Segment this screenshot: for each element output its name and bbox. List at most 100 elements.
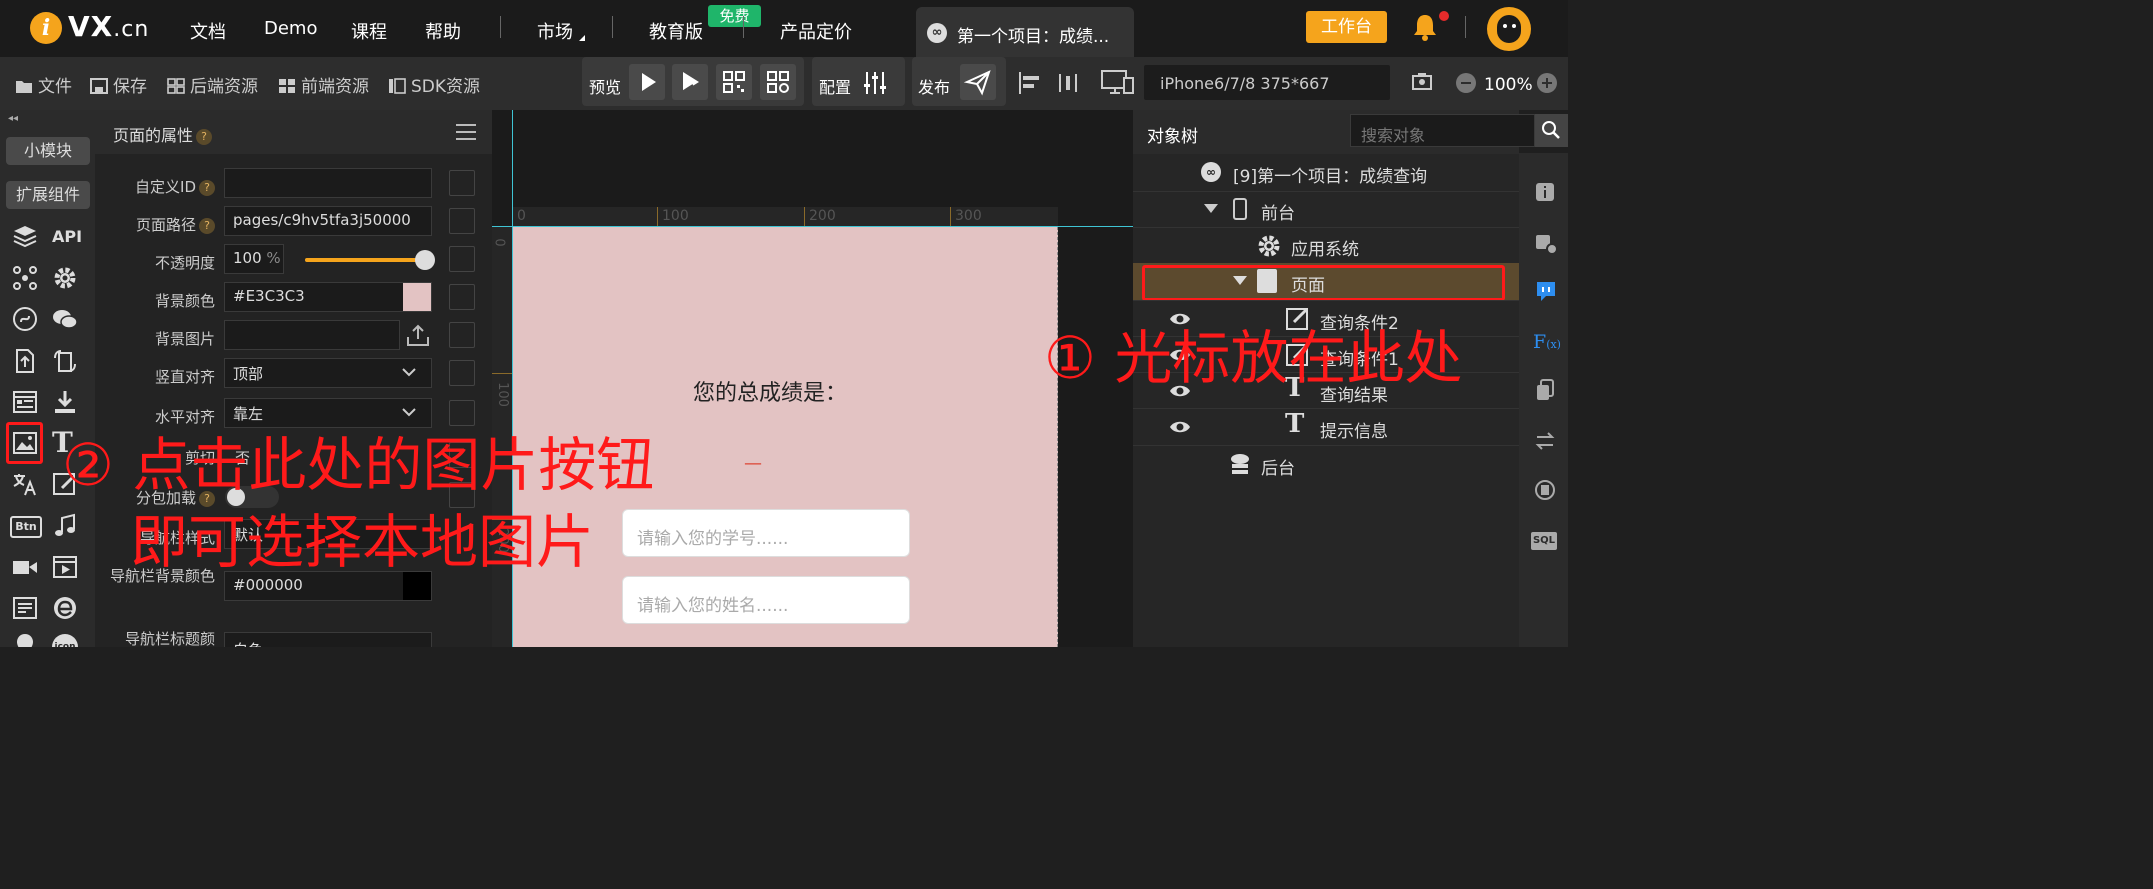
icon-component-icon[interactable]: icon bbox=[52, 634, 78, 647]
logo-icon[interactable]: i bbox=[30, 12, 62, 44]
nav-courses[interactable]: 课程 bbox=[351, 18, 387, 44]
screenshot-button[interactable] bbox=[1410, 71, 1434, 93]
bell-icon[interactable] bbox=[1410, 12, 1440, 42]
zoom-in-button[interactable] bbox=[1537, 73, 1557, 93]
video-player-icon[interactable] bbox=[52, 554, 78, 580]
copy-icon[interactable] bbox=[449, 284, 475, 310]
qr-preview-button[interactable] bbox=[716, 64, 752, 100]
copy-icon[interactable] bbox=[449, 170, 475, 196]
small-module-tab[interactable]: 小模块 bbox=[6, 137, 90, 165]
webview-icon[interactable] bbox=[52, 595, 78, 621]
workbench-button[interactable]: 工作台 bbox=[1306, 11, 1387, 43]
copy-component-icon[interactable] bbox=[1534, 378, 1556, 402]
device-size-select[interactable]: iPhone6/7/8 375*667 bbox=[1144, 65, 1390, 100]
transfer-icon[interactable] bbox=[1534, 430, 1556, 452]
opacity-slider-knob[interactable] bbox=[415, 250, 435, 270]
result-text[interactable]: 您的总成绩是： bbox=[513, 375, 1027, 407]
zoom-out-button[interactable] bbox=[1456, 73, 1476, 93]
publish-button[interactable] bbox=[960, 64, 996, 100]
nav-market[interactable]: 市场 bbox=[537, 18, 573, 44]
help-icon[interactable]: ? bbox=[199, 180, 215, 196]
copy-icon[interactable] bbox=[449, 246, 475, 272]
tree-node-app-system[interactable]: 应用系统 bbox=[1133, 227, 1519, 264]
bg-image-input[interactable] bbox=[224, 320, 400, 350]
search-button[interactable] bbox=[1535, 114, 1568, 147]
logo-text-suffix: .cn bbox=[113, 17, 150, 42]
mini-program-icon[interactable] bbox=[12, 306, 38, 332]
eye-icon[interactable] bbox=[1169, 419, 1191, 435]
vertical-align-value: 顶部 bbox=[233, 365, 264, 383]
student-id-input[interactable]: 请输入您的学号...... bbox=[622, 509, 910, 557]
copy-icon[interactable] bbox=[449, 322, 475, 348]
upload-file-icon[interactable] bbox=[12, 348, 38, 374]
mini-program-qr-button[interactable] bbox=[760, 64, 796, 100]
network-icon[interactable] bbox=[12, 265, 38, 291]
backend-resources-button[interactable]: 后端资源 bbox=[167, 72, 258, 97]
opacity-slider-track[interactable] bbox=[305, 258, 425, 262]
play-device-button[interactable] bbox=[672, 64, 708, 100]
nav-bg-color-swatch[interactable] bbox=[403, 572, 431, 600]
help-icon[interactable]: ? bbox=[196, 129, 213, 145]
nav-education[interactable]: 教育版 bbox=[649, 18, 703, 44]
formula-icon[interactable]: F(x) bbox=[1533, 331, 1561, 353]
nav-pricing[interactable]: 产品定价 bbox=[780, 18, 852, 44]
location-icon[interactable] bbox=[12, 632, 38, 647]
opacity-input[interactable]: 100 % bbox=[224, 244, 284, 274]
sdk-resources-button[interactable]: SDK资源 bbox=[388, 72, 480, 97]
nav-title-color-select[interactable]: 白色 bbox=[224, 632, 432, 647]
api-icon[interactable]: API bbox=[52, 227, 82, 246]
result-value[interactable]: — bbox=[744, 453, 762, 474]
richtext-icon[interactable] bbox=[12, 595, 38, 621]
align-left-button[interactable] bbox=[1017, 70, 1043, 96]
help-icon[interactable]: ? bbox=[199, 218, 215, 234]
project-tab[interactable]: ∞ 第一个项目：成绩... bbox=[916, 7, 1134, 57]
copy-icon[interactable] bbox=[449, 208, 475, 234]
ext-components-tab[interactable]: 扩展组件 bbox=[6, 181, 90, 209]
right-tool-strip: F(x) SQL bbox=[1519, 153, 1568, 647]
style-settings-icon[interactable] bbox=[1534, 233, 1558, 255]
info-icon[interactable] bbox=[1534, 181, 1556, 203]
sql-icon[interactable]: SQL bbox=[1531, 532, 1557, 550]
event-icon[interactable] bbox=[1534, 279, 1558, 303]
page-path-input[interactable]: pages/c9hv5tfa3j50000 bbox=[224, 206, 432, 236]
device-select-button[interactable] bbox=[1100, 68, 1136, 98]
copy-icon[interactable] bbox=[449, 400, 475, 426]
rotate-device-icon[interactable] bbox=[52, 348, 78, 374]
nav-help[interactable]: 帮助 bbox=[425, 18, 461, 44]
copy-icon[interactable] bbox=[449, 360, 475, 386]
collapse-icon[interactable]: ◂◂ bbox=[8, 113, 18, 124]
nav-docs[interactable]: 文档 bbox=[190, 18, 226, 44]
bg-color-swatch[interactable] bbox=[403, 283, 431, 311]
file-menu[interactable]: 文件 bbox=[15, 72, 72, 97]
student-name-input[interactable]: 请输入您的姓名...... bbox=[622, 576, 910, 624]
api-call-icon[interactable] bbox=[1533, 478, 1557, 502]
tab-object-tree[interactable]: 对象树 bbox=[1147, 122, 1198, 147]
tree-node-hint[interactable]: T 提示信息 bbox=[1133, 408, 1519, 445]
upload-icon[interactable] bbox=[405, 322, 431, 348]
tree-node-frontend[interactable]: 前台 bbox=[1133, 191, 1519, 228]
config-button[interactable] bbox=[860, 70, 890, 96]
browser-window-icon[interactable] bbox=[12, 389, 38, 415]
button-component-icon[interactable]: Btn bbox=[10, 516, 42, 538]
play-button[interactable] bbox=[629, 64, 665, 100]
tree-node-backend[interactable]: 后台 bbox=[1133, 445, 1519, 482]
search-object-input[interactable]: 搜索对象 bbox=[1350, 114, 1535, 147]
wechat-icon[interactable] bbox=[52, 306, 78, 332]
save-button[interactable]: 保存 bbox=[90, 72, 147, 97]
distribute-button[interactable] bbox=[1055, 70, 1081, 96]
frontend-resources-button[interactable]: 前端资源 bbox=[278, 72, 369, 97]
menu-icon[interactable] bbox=[455, 123, 477, 141]
prop-label-bg-image: 背景图片 bbox=[154, 330, 215, 348]
download-icon[interactable] bbox=[52, 389, 78, 415]
bg-color-input[interactable]: #E3C3C3 bbox=[224, 282, 432, 312]
gear-icon[interactable] bbox=[52, 265, 78, 291]
video-icon[interactable] bbox=[12, 554, 38, 580]
stack-icon[interactable] bbox=[12, 223, 38, 249]
translate-icon[interactable] bbox=[12, 471, 38, 497]
custom-id-input[interactable] bbox=[224, 168, 432, 198]
caret-down-icon[interactable] bbox=[1204, 204, 1218, 213]
logo-text[interactable]: VX.cn bbox=[68, 10, 149, 43]
tree-node-project[interactable]: ∞ [9]第一个项目：成绩查询 bbox=[1133, 155, 1519, 191]
music-icon[interactable] bbox=[52, 513, 78, 539]
nav-demo[interactable]: Demo bbox=[264, 18, 317, 39]
